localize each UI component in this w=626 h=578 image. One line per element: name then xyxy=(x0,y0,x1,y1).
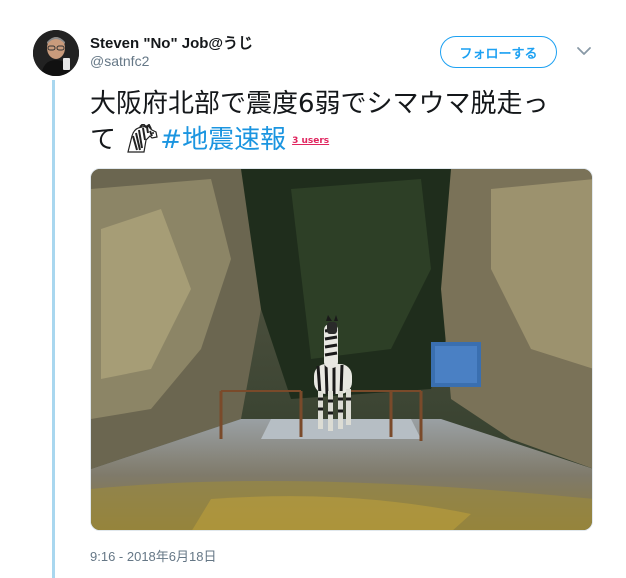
chevron-down-icon[interactable] xyxy=(575,44,593,58)
thread-line xyxy=(52,80,55,578)
follow-button[interactable]: フォローする xyxy=(440,36,557,68)
avatar[interactable] xyxy=(33,30,79,76)
tweet-timestamp[interactable]: 9:16 - 2018年6月18日 xyxy=(90,546,216,565)
tweet-text: 大阪府北部で震度6弱でシマウマ脱走っ て #地震速報 3 users xyxy=(90,86,600,159)
zebra-road-photo xyxy=(91,169,592,530)
author-name[interactable]: Steven "No" Job@うじ xyxy=(90,32,253,53)
tweet-text-line-2: て #地震速報 3 users xyxy=(90,122,600,159)
hashtag-link[interactable]: #地震速報 xyxy=(160,125,286,155)
users-badge[interactable]: 3 users xyxy=(292,136,329,146)
tweet-photo[interactable] xyxy=(90,168,593,531)
tweet-text-prefix: て xyxy=(90,125,117,155)
tweet-text-line-1: 大阪府北部で震度6弱でシマウマ脱走っ xyxy=(90,89,549,119)
author-handle[interactable]: @satnfc2 xyxy=(90,53,149,69)
zebra-emoji-icon xyxy=(127,124,158,153)
avatar-photo-icon xyxy=(33,30,79,76)
